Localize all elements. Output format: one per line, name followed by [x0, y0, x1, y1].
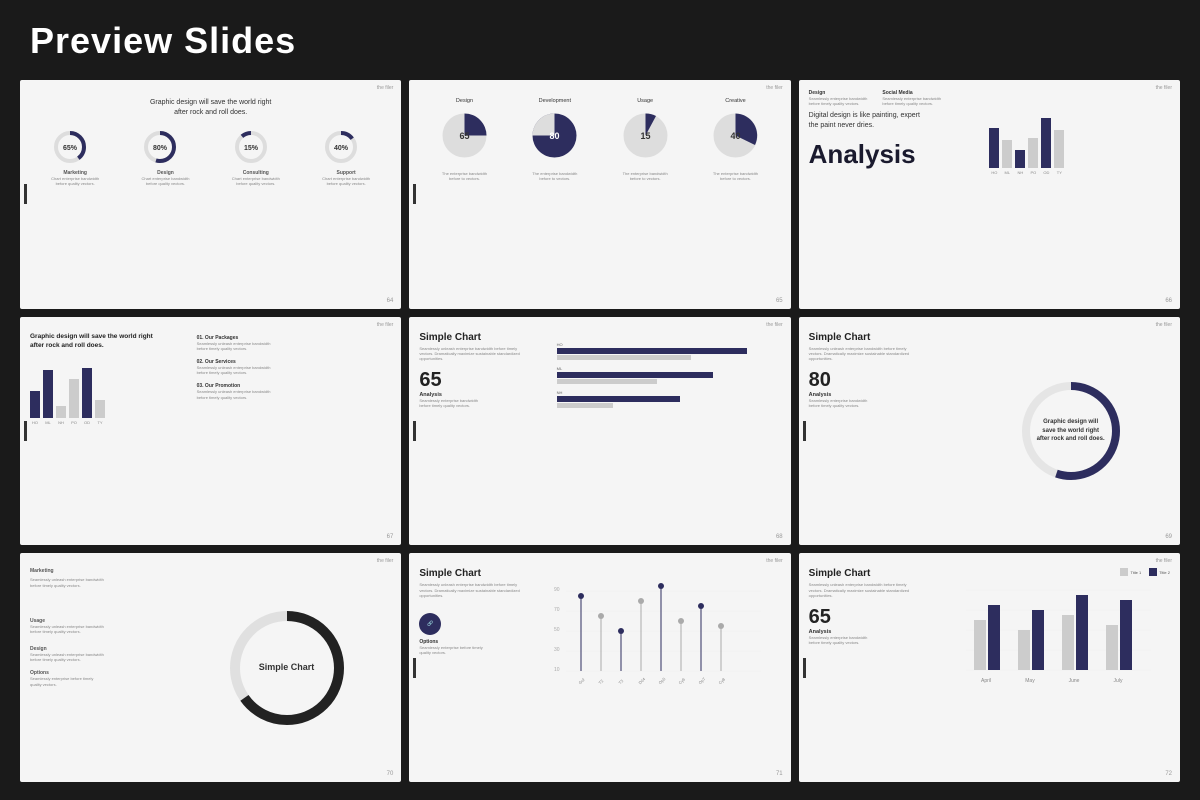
donut-consulting: 15% Consulting Chart enterprise bandwidt…	[232, 128, 280, 186]
left-bar-2	[413, 184, 416, 204]
svg-text:40: 40	[730, 131, 740, 141]
left-bar-8	[413, 658, 416, 678]
svg-text:June: June	[1069, 678, 1080, 684]
slide-3[interactable]: the filer Design Seamlessly enterprise b…	[799, 80, 1180, 309]
slide-num-1: 64	[387, 298, 394, 304]
slide-1[interactable]: the filer Graphic design will save the w…	[20, 80, 401, 309]
svg-text:40%: 40%	[334, 145, 349, 152]
hbar-chart: HO ML NH	[557, 327, 781, 536]
svg-text:10: 10	[554, 667, 560, 673]
slide-num-2: 65	[776, 298, 783, 304]
lollipop-chart: 90 70 50 30 10 Gof	[546, 571, 766, 691]
svg-text:65%: 65%	[63, 145, 78, 152]
chart-legend: Title 1 Title 2	[946, 568, 1170, 576]
pie-creative: Creative 40 The enterprise bandwidthbefo…	[708, 98, 763, 181]
brand-1: the filer	[377, 85, 393, 91]
slide-8[interactable]: the filer Simple Chart Seamlessly unleas…	[409, 553, 790, 782]
donut-sub-3: Chart enterprise bandwidthbefore quality…	[232, 176, 280, 186]
slide-2[interactable]: the filer Design 65 The enterprise bandw…	[409, 80, 790, 309]
slide-9[interactable]: the filer Simple Chart Seamlessly unleas…	[799, 553, 1180, 782]
brand-4: the filer	[377, 322, 393, 328]
brand-5: the filer	[766, 322, 782, 328]
slide2-cats: Design 65 The enterprise bandwidthbefore…	[419, 98, 780, 181]
svg-text:70: 70	[554, 607, 560, 613]
slide-5[interactable]: the filer Simple Chart Seamlessly unleas…	[409, 317, 790, 546]
svg-text:Cy6: Cy6	[677, 676, 686, 685]
donut-sub-4: Chart enterprise bandwidthbefore quality…	[322, 176, 370, 186]
svg-text:D04: D04	[637, 676, 646, 685]
slide-num-9: 72	[1165, 771, 1172, 777]
slides-grid: the filer Graphic design will save the w…	[0, 72, 1200, 797]
brand-2: the filer	[766, 85, 782, 91]
page-title: Preview Slides	[0, 0, 1200, 72]
svg-text:80%: 80%	[153, 145, 168, 152]
pie-development: Development 80 The enterprise bandwidthb…	[527, 98, 582, 181]
left-bar-6	[803, 421, 806, 441]
slide-6[interactable]: the filer Simple Chart Seamlessly unleas…	[799, 317, 1180, 546]
header: Preview Slides	[0, 0, 1200, 72]
svg-text:T2: T2	[597, 678, 604, 685]
slide-num-4: 67	[387, 534, 394, 540]
left-bar-4	[24, 421, 27, 441]
bar-line-chart: April May June July	[946, 580, 1156, 690]
brand-8: the filer	[766, 558, 782, 564]
slide1-title: Graphic design will save the world right…	[30, 98, 391, 118]
svg-text:July: July	[1114, 678, 1123, 684]
donut-marketing: 65% Marketing Chart enterprise bandwidth…	[51, 128, 99, 186]
donut-support: 40% Support Chart enterprise bandwidthbe…	[322, 128, 370, 186]
svg-text:15%: 15%	[244, 145, 259, 152]
svg-text:65: 65	[459, 131, 469, 141]
pie-usage: Usage 15 The enterprise bandwidthbefore …	[618, 98, 673, 181]
svg-text:80: 80	[550, 131, 560, 141]
svg-text:Cy8: Cy8	[717, 676, 726, 685]
left-bar-1	[24, 184, 27, 204]
slide3-bars: HO ML NH PO	[989, 100, 1170, 175]
svg-text:Gof: Gof	[577, 677, 586, 686]
slide-num-5: 68	[776, 534, 783, 540]
svg-text:15: 15	[640, 131, 650, 141]
pie-design: Design 65 The enterprise bandwidthbefore…	[437, 98, 492, 181]
slide1-charts: 65% Marketing Chart enterprise bandwidth…	[30, 128, 391, 186]
left-bar-9	[803, 658, 806, 678]
slide-7[interactable]: the filer Marketing Seamlessly unleash e…	[20, 553, 401, 782]
svg-text:May: May	[1025, 678, 1035, 684]
donut-sub-2: Chart enterprise bandwidthbefore quality…	[141, 176, 189, 186]
svg-text:90: 90	[554, 587, 560, 593]
left-bar-5	[413, 421, 416, 441]
slide-num-8: 71	[776, 771, 783, 777]
slide-num-6: 69	[1165, 534, 1172, 540]
svg-text:30: 30	[554, 647, 560, 653]
svg-text:T3: T3	[617, 678, 624, 685]
slide-num-3: 66	[1165, 298, 1172, 304]
slide-num-7: 70	[387, 771, 394, 777]
donut-design: 80% Design Chart enterprise bandwidthbef…	[141, 128, 189, 186]
svg-text:Op7: Op7	[697, 676, 706, 685]
svg-text:April: April	[981, 678, 991, 684]
svg-text:50: 50	[554, 627, 560, 633]
donut-sub-1: Chart enterprise bandwidthbefore quality…	[51, 176, 99, 186]
svg-text:Op5: Op5	[657, 676, 666, 685]
brand-3: the filer	[1156, 85, 1172, 91]
slide4-bars: HO ML NH PO	[30, 360, 187, 425]
slide-4[interactable]: the filer Graphic design will save the w…	[20, 317, 401, 546]
